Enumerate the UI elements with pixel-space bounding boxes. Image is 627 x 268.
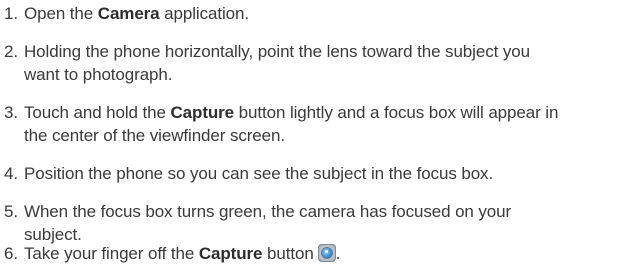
step-3: 3. Touch and hold the Capture button lig… bbox=[4, 101, 622, 147]
step-text: Holding the phone horizontally, point th… bbox=[24, 40, 622, 86]
capture-button-icon bbox=[317, 244, 336, 262]
step-number: 1. bbox=[4, 4, 18, 23]
step-text-part: button bbox=[262, 244, 314, 263]
step-6: 6. Take your finger off the Capture butt… bbox=[4, 242, 622, 265]
step-text-line: When the focus box turns green, the came… bbox=[24, 202, 512, 221]
step-number: 2. bbox=[4, 42, 18, 61]
step-text-line: the center of the viewfinder screen. bbox=[24, 126, 285, 145]
step-5: 5. When the focus box turns green, the c… bbox=[4, 200, 622, 246]
instruction-list: 1. Open the Camera application. 2. Holdi… bbox=[0, 0, 627, 268]
step-text: Open the Camera application. bbox=[24, 2, 622, 25]
step-text-part: application. bbox=[159, 4, 249, 23]
app-name-camera: Camera bbox=[97, 4, 160, 23]
step-number: 4. bbox=[4, 164, 18, 183]
step-text: When the focus box turns green, the came… bbox=[24, 200, 622, 246]
step-text-part: Touch and hold the bbox=[24, 103, 171, 122]
step-text-line: want to photograph. bbox=[24, 65, 173, 84]
step-text-part: button lightly and a focus box will appe… bbox=[234, 103, 559, 122]
step-2: 2. Holding the phone horizontally, point… bbox=[4, 40, 622, 86]
step-1: 1. Open the Camera application. bbox=[4, 2, 622, 25]
step-text: Take your finger off the Capture button. bbox=[24, 242, 622, 265]
step-4: 4. Position the phone so you can see the… bbox=[4, 162, 622, 185]
capture-button-label: Capture bbox=[170, 103, 235, 122]
step-number: 6. bbox=[4, 244, 18, 263]
step-text: Touch and hold the Capture button lightl… bbox=[24, 101, 622, 147]
step-text: Position the phone so you can see the su… bbox=[24, 164, 494, 183]
step-text-part: Open the bbox=[24, 4, 98, 23]
step-text-part: Take your finger off the bbox=[24, 244, 199, 263]
step-number: 5. bbox=[4, 202, 18, 221]
step-number: 3. bbox=[4, 103, 18, 122]
step-text-line: Holding the phone horizontally, point th… bbox=[24, 42, 530, 61]
capture-button-label: Capture bbox=[198, 244, 263, 263]
step-text-part: . bbox=[335, 244, 341, 263]
